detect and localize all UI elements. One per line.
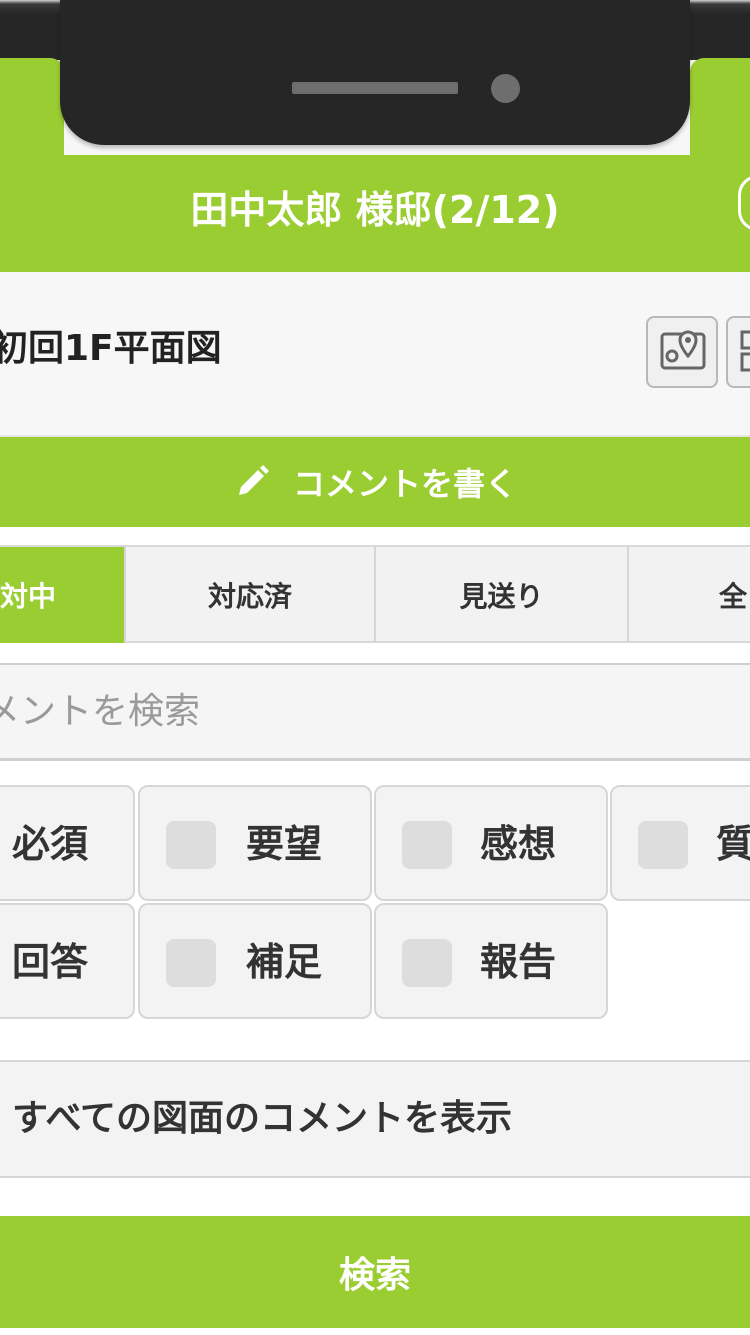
category-label: 必須 — [12, 822, 89, 866]
map-pin-icon — [660, 330, 706, 370]
tab-resolved[interactable]: 対応済 — [126, 547, 376, 643]
category-label: 補足 — [246, 940, 323, 984]
show-all-drawings-label: すべての図面のコメントを表示 — [12, 1098, 513, 1139]
list-icon — [740, 330, 750, 372]
list-view-button[interactable] — [726, 316, 750, 388]
category-answer[interactable]: 回答 — [0, 903, 135, 1019]
search-button[interactable]: 検索 — [0, 1216, 750, 1328]
write-comment-button[interactable]: コメントを書く — [0, 437, 750, 527]
checkbox[interactable] — [166, 821, 216, 869]
checkbox[interactable] — [402, 821, 452, 869]
status-bar-right — [690, 58, 750, 155]
tab-in-progress[interactable]: 対中 — [0, 547, 126, 643]
category-question[interactable]: 質 — [610, 785, 750, 901]
app-header: 田中太郎 様邸(2/12) — [0, 155, 750, 272]
status-tabs: 対中 対応済 見送り 全 — [0, 545, 750, 643]
show-all-drawings-toggle[interactable]: すべての図面のコメントを表示 — [0, 1060, 750, 1178]
category-impression[interactable]: 感想 — [374, 785, 608, 901]
tab-deferred[interactable]: 見送り — [376, 547, 629, 643]
pencil-icon — [238, 465, 269, 495]
tab-all[interactable]: 全 — [629, 547, 750, 643]
checkbox[interactable] — [402, 939, 452, 987]
search-area — [0, 643, 750, 763]
drawing-name: 初回1F平面図 — [0, 328, 222, 369]
comment-search-input[interactable] — [0, 663, 750, 761]
category-supplement[interactable]: 補足 — [138, 903, 372, 1019]
write-comment-label: コメントを書く — [292, 465, 517, 503]
category-report[interactable]: 報告 — [374, 903, 608, 1019]
phone-top-area — [0, 0, 750, 155]
category-label: 要望 — [246, 822, 323, 866]
category-required[interactable]: 必須 — [0, 785, 135, 901]
front-camera — [491, 74, 520, 103]
checkbox[interactable] — [638, 821, 688, 869]
category-label: 回答 — [12, 940, 89, 984]
category-filters: 必須 要望 感想 質 回答 補足 報告 — [0, 763, 750, 1060]
page-title: 田中太郎 様邸(2/12) — [190, 188, 560, 232]
app-screen: 田中太郎 様邸(2/12) 初回1F平面図 コメントを書く 対中 対応済 見送り… — [0, 0, 750, 1335]
speaker-grille — [292, 82, 458, 94]
map-pin-button[interactable] — [646, 316, 718, 388]
drawing-row: 初回1F平面図 — [0, 272, 750, 437]
category-request[interactable]: 要望 — [138, 785, 372, 901]
category-label: 感想 — [480, 822, 557, 866]
category-label: 報告 — [480, 940, 557, 984]
status-bar-left — [0, 58, 64, 155]
checkbox[interactable] — [166, 939, 216, 987]
category-label: 質 — [716, 822, 750, 866]
phone-notch — [60, 0, 690, 145]
